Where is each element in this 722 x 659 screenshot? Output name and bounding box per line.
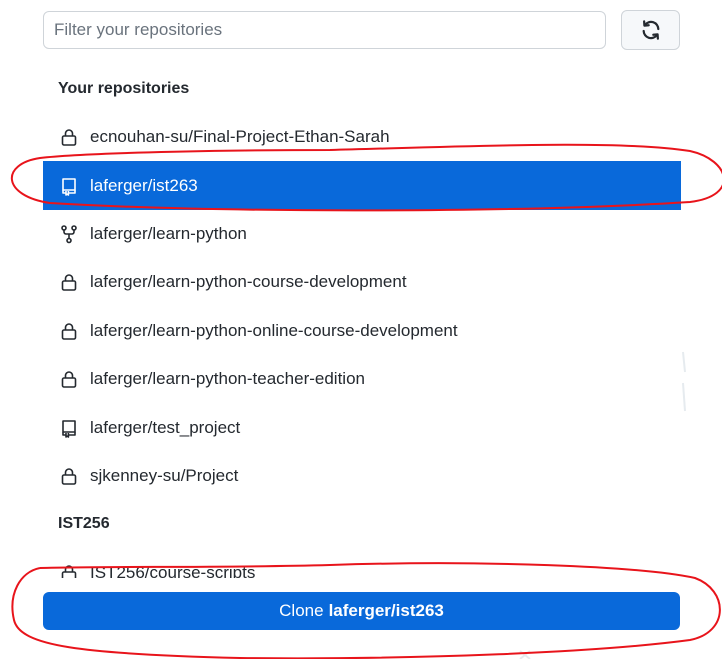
repository-name: laferger/test_project (90, 417, 241, 437)
lock-icon (58, 562, 80, 578)
repo-icon (58, 417, 80, 439)
repository-item[interactable]: laferger/learn-python-teacher-edition (43, 355, 681, 403)
lock-icon (58, 271, 80, 293)
refresh-button[interactable] (621, 10, 680, 50)
fork-icon (58, 223, 80, 245)
lock-icon (58, 126, 80, 148)
repository-name: IST256/course-scripts (90, 563, 256, 578)
repository-item[interactable]: laferger/learn-python-online-course-deve… (43, 307, 681, 355)
filter-repositories-input[interactable] (43, 11, 606, 49)
refresh-icon (640, 19, 662, 41)
repository-list: ecnouhan-su/Final-Project-Ethan-Sarah laf… (43, 113, 681, 500)
repository-name: laferger/ist263 (90, 175, 198, 195)
repository-name: laferger/learn-python-course-development (90, 272, 407, 292)
repository-item[interactable]: laferger/learn-python (43, 210, 681, 258)
lock-icon (58, 465, 80, 487)
clone-button[interactable]: Clone laferger/ist263 (43, 592, 680, 630)
clone-repository-dialog: Your repositories ecnouhan-su/Final-Proj… (0, 0, 722, 659)
repository-name: laferger/learn-python (90, 223, 247, 243)
repository-name: ecnouhan-su/Final-Project-Ethan-Sarah (90, 127, 390, 147)
repository-item[interactable]: ecnouhan-su/Final-Project-Ethan-Sarah (43, 113, 681, 161)
repository-item-partial[interactable]: IST256/course-scripts (43, 556, 681, 578)
repository-item[interactable]: laferger/learn-python-course-development (43, 258, 681, 306)
clone-button-repo-name: laferger/ist263 (328, 601, 444, 620)
repository-item[interactable]: laferger/test_project (43, 403, 681, 451)
repository-item-selected[interactable]: laferger/ist263 (43, 161, 681, 210)
section-header-your-repositories: Your repositories (58, 80, 190, 97)
repository-name: laferger/learn-python-teacher-edition (90, 369, 365, 389)
repository-name: laferger/learn-python-online-course-deve… (90, 320, 458, 340)
repository-item[interactable]: sjkenney-su/Project (43, 452, 681, 500)
clone-button-prefix: Clone (279, 601, 324, 620)
section-header-ist256: IST256 (58, 515, 110, 532)
lock-icon (58, 320, 80, 342)
lock-icon (58, 368, 80, 390)
repo-icon (58, 175, 80, 197)
repository-name: sjkenney-su/Project (90, 465, 239, 485)
